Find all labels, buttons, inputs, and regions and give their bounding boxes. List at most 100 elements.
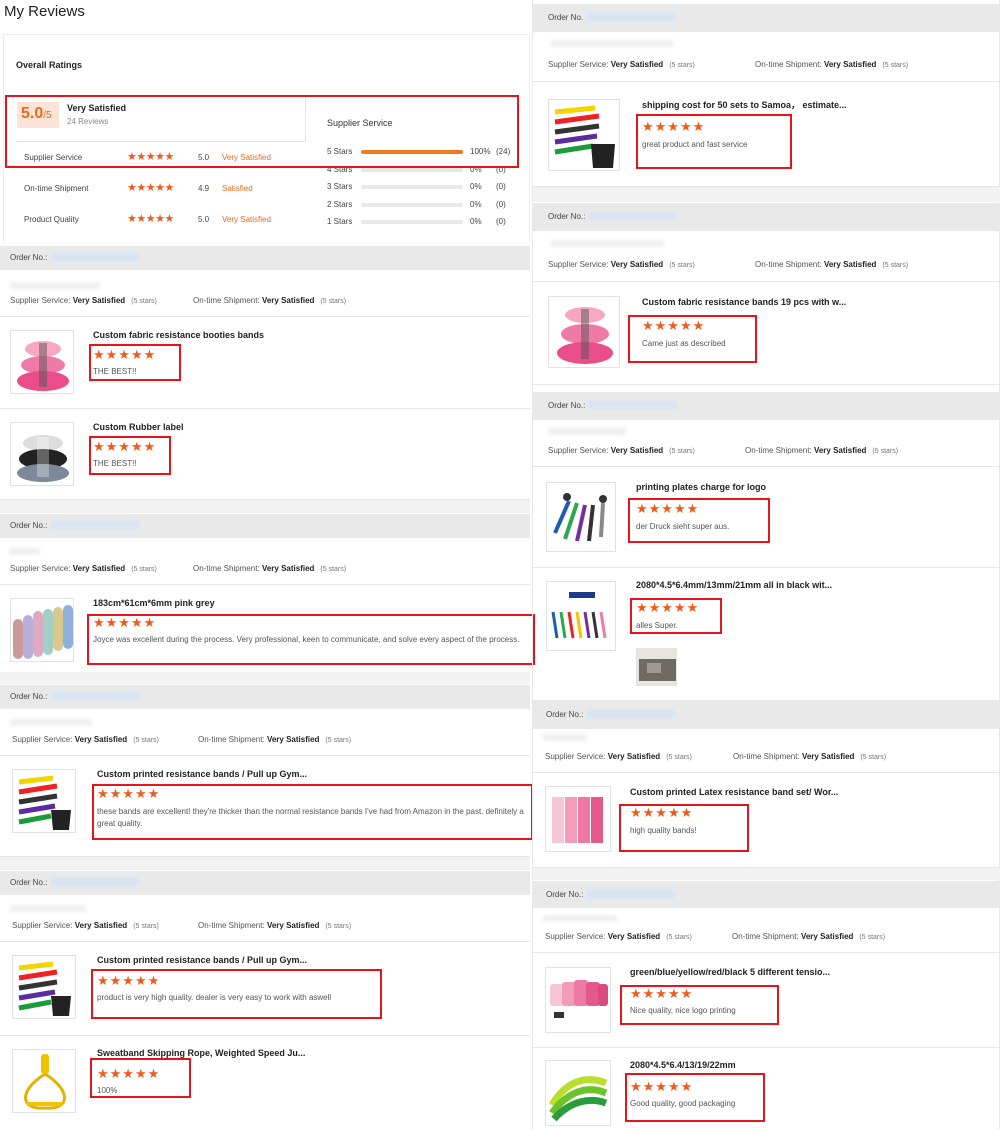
order-no-label: Order No.: (546, 710, 584, 719)
shipment-summary: On-time Shipment: Very Satisfied (5 stars… (745, 446, 898, 455)
redacted-text (10, 719, 92, 726)
product-thumbnail[interactable] (10, 330, 74, 394)
divider (0, 755, 530, 756)
shipment-stars: (5 stars) (325, 737, 352, 744)
order-no-label: Order No.: (548, 401, 586, 410)
divider (533, 384, 1000, 385)
product-thumbnail[interactable] (12, 769, 76, 833)
shipment-label: On-time Shipment: (755, 60, 822, 69)
product-title[interactable]: Custom printed resistance bands / Pull u… (97, 769, 307, 779)
product-thumbnail[interactable] (545, 1060, 611, 1126)
order-number-redacted (51, 521, 140, 529)
distribution-bar-track (361, 202, 463, 207)
distribution-count: (0) (496, 182, 506, 191)
shipment-stars: (5 stars) (860, 754, 887, 761)
supplier-service-stars: (5 stars) (133, 923, 159, 930)
order-number-redacted (589, 401, 678, 409)
divider (0, 408, 530, 409)
supplier-service-stars: (5 stars) (669, 448, 695, 455)
resistance-bands-image (18, 961, 71, 1016)
shipment-stars: (5 stars) (872, 448, 899, 455)
supplier-service-value: Very Satisfied (610, 446, 664, 455)
highlight-box (87, 614, 535, 665)
rubber-label-bands-image (17, 435, 69, 482)
shipment-stars: (5 stars) (320, 566, 347, 573)
distribution-label: 3 Stars (327, 182, 353, 191)
rating-status: Satisfied (222, 184, 253, 193)
shipment-value: Very Satisfied (261, 564, 315, 573)
yoga-mats-image (13, 605, 73, 659)
divider (533, 81, 1000, 82)
supplier-service-stars: (5 stars) (669, 262, 695, 269)
order-number-redacted (589, 212, 678, 220)
order-header: Order No.: (533, 881, 1000, 908)
product-title[interactable]: 183cm*61cm*6mm pink grey (93, 598, 215, 608)
product-thumbnail[interactable] (12, 1049, 76, 1113)
product-thumbnail[interactable] (10, 422, 74, 486)
product-title[interactable]: 2080*4.5*6.4mm/13mm/21mm all in black wi… (636, 580, 832, 590)
shipment-summary: On-time Shipment: Very Satisfied (5 stars… (755, 260, 908, 269)
highlight-box (636, 114, 792, 169)
supplier-service-value: Very Satisfied (74, 921, 128, 930)
highlight-box (92, 784, 533, 840)
product-title[interactable]: shipping cost for 50 sets to Samoa， esti… (642, 98, 847, 111)
product-title[interactable]: Sweatband Skipping Rope, Weighted Speed … (97, 1048, 305, 1058)
block-spacer (0, 857, 530, 870)
supplier-service-stars: (5 stars) (666, 934, 692, 941)
skipping-rope-image (24, 1054, 66, 1110)
supplier-service-value: Very Satisfied (610, 260, 664, 269)
shipment-value: Very Satisfied (823, 60, 877, 69)
supplier-service-value: Very Satisfied (607, 932, 661, 941)
shipment-value: Very Satisfied (813, 446, 867, 455)
order-no-label: Order No.: (546, 890, 584, 899)
product-title[interactable]: 2080*4.5*6.4/13/19/22mm (630, 1060, 736, 1070)
distribution-count: (0) (496, 217, 506, 226)
distribution-percent: 0% (470, 182, 482, 191)
pink-bands-image (557, 307, 613, 364)
service-summary: Supplier Service: Very Satisfied (5 stars… (10, 296, 157, 305)
resistance-bands-image (554, 105, 615, 168)
shipment-label: On-time Shipment: (198, 921, 265, 930)
redacted-text (543, 915, 617, 922)
product-thumbnail[interactable] (12, 955, 76, 1019)
product-title[interactable]: Custom printed resistance bands / Pull u… (97, 955, 307, 965)
highlight-box (90, 1058, 191, 1098)
distribution-count: (0) (496, 199, 506, 209)
product-title[interactable]: green/blue/yellow/red/black 5 different … (630, 967, 830, 977)
shipment-summary: On-time Shipment: Very Satisfied (5 stars… (198, 735, 351, 744)
product-thumbnail[interactable] (545, 786, 611, 852)
product-title[interactable]: Custom printed Latex resistance band set… (630, 787, 838, 797)
shipment-value: Very Satisfied (823, 260, 877, 269)
product-thumbnail[interactable] (548, 296, 620, 368)
review-photo[interactable] (636, 648, 677, 686)
highlight-box (628, 315, 757, 363)
shipment-label: On-time Shipment: (198, 735, 265, 744)
shipment-label: On-time Shipment: (193, 296, 260, 305)
order-number-redacted (587, 710, 676, 718)
product-thumbnail[interactable] (545, 967, 611, 1033)
block-spacer (0, 500, 530, 513)
product-title[interactable]: printing plates charge for logo (636, 482, 766, 492)
product-thumbnail[interactable] (546, 581, 616, 651)
product-title[interactable]: Custom Rubber label (93, 422, 184, 432)
order-number-redacted (587, 890, 676, 898)
shipment-label: On-time Shipment: (755, 260, 822, 269)
block-spacer (533, 187, 1000, 202)
shipment-summary: On-time Shipment: Very Satisfied (5 stars… (193, 564, 346, 573)
product-title[interactable]: Custom fabric resistance booties bands (93, 330, 264, 340)
order-header: Order No.: (533, 392, 1000, 420)
service-summary: Supplier Service: Very Satisfied (5 stars… (545, 932, 692, 941)
highlight-box (5, 95, 519, 168)
order-no-label: Order No.: (10, 692, 48, 701)
shipment-summary: On-time Shipment: Very Satisfied (5 stars… (755, 60, 908, 69)
supplier-service-label: Supplier Service: (12, 735, 73, 744)
product-thumbnail[interactable] (10, 598, 74, 662)
order-header: Order No.: (533, 203, 1000, 231)
supplier-service-label: Supplier Service: (12, 921, 73, 930)
order-number-redacted (51, 878, 140, 886)
product-title[interactable]: Custom fabric resistance bands 19 pcs wi… (642, 297, 846, 307)
product-thumbnail[interactable] (548, 99, 620, 171)
service-summary: Supplier Service: Very Satisfied (5 stars… (548, 260, 695, 269)
shipment-value: Very Satisfied (801, 752, 855, 761)
product-thumbnail[interactable] (546, 482, 616, 552)
